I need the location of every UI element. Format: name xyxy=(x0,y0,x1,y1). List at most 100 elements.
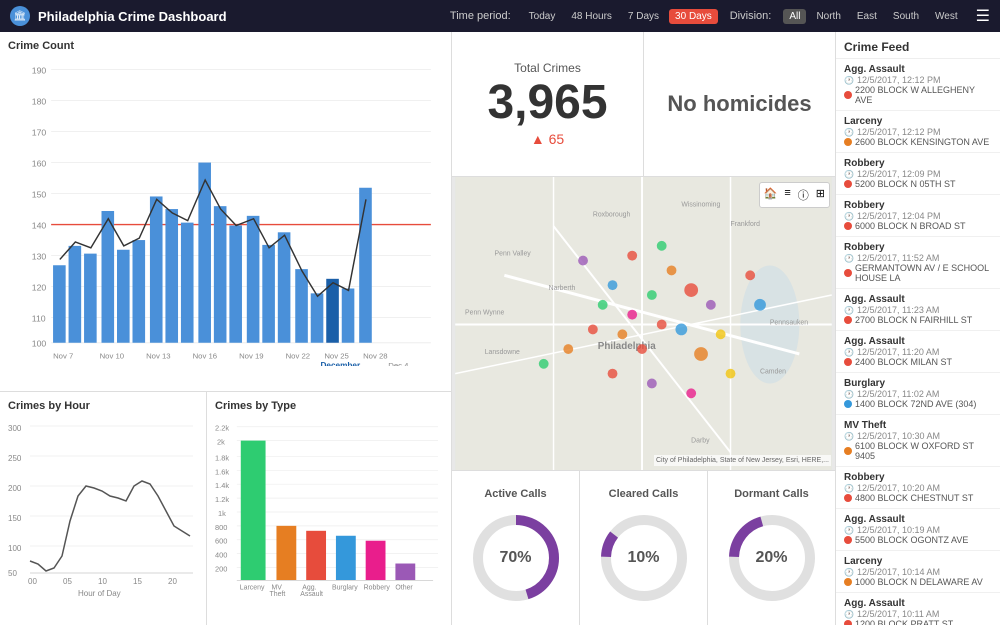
middle-panel: Total Crimes 3,965 ▲ 65 No homicides xyxy=(452,32,835,625)
svg-text:Hour of Day: Hour of Day xyxy=(78,589,121,598)
feed-item[interactable]: Agg. Assault 🕐 12/5/2017, 10:19 AM 5500 … xyxy=(836,509,1000,551)
menu-icon[interactable]: ☰ xyxy=(976,6,990,26)
svg-text:Narberth: Narberth xyxy=(549,285,576,292)
feed-crime-addr: 1000 BLOCK N DELAWARE AV xyxy=(844,577,992,587)
svg-text:Burglary: Burglary xyxy=(332,584,358,591)
svg-text:50: 50 xyxy=(8,569,17,578)
bar-other xyxy=(395,564,415,581)
bar-1 xyxy=(53,265,66,343)
svg-text:Nov 22: Nov 22 xyxy=(286,351,311,360)
feed-crime-time: 🕐 12/5/2017, 10:30 AM xyxy=(844,431,992,441)
dormant-calls-panel: Dormant Calls 20% xyxy=(708,471,835,625)
bar-6 xyxy=(133,240,146,343)
hour-line xyxy=(30,481,190,571)
feed-item[interactable]: Robbery 🕐 12/5/2017, 12:09 PM 5200 BLOCK… xyxy=(836,153,1000,195)
bar-18 xyxy=(326,279,339,343)
time-btn-48h[interactable]: 48 Hours xyxy=(565,9,618,24)
div-btn-north[interactable]: North xyxy=(810,9,846,24)
map-home-icon[interactable]: 🏠 xyxy=(762,185,780,205)
bar-12 xyxy=(229,226,242,343)
time-btn-7d[interactable]: 7 Days xyxy=(622,9,665,24)
feed-item[interactable]: Larceny 🕐 12/5/2017, 10:14 AM 1000 BLOCK… xyxy=(836,551,1000,593)
div-btn-east[interactable]: East xyxy=(851,9,883,24)
feed-item[interactable]: Robbery 🕐 12/5/2017, 11:52 AM GERMANTOWN… xyxy=(836,237,1000,289)
div-btn-all[interactable]: All xyxy=(783,9,806,24)
crimes-by-type-chart: 2.2k 2k 1.8k 1.6k 1.4k 1.2k 1k 800 600 4… xyxy=(215,416,443,601)
feed-item[interactable]: Burglary 🕐 12/5/2017, 11:02 AM 1400 BLOC… xyxy=(836,373,1000,415)
feed-item[interactable]: MV Theft 🕐 12/5/2017, 10:30 AM 6100 BLOC… xyxy=(836,415,1000,467)
feed-crime-type: Robbery xyxy=(844,242,992,253)
bar-14 xyxy=(262,245,275,343)
bottom-charts: Crimes by Hour 300 250 200 150 100 50 xyxy=(0,392,451,625)
svg-text:190: 190 xyxy=(32,65,47,75)
svg-text:Larceny: Larceny xyxy=(240,584,265,591)
svg-text:Assault: Assault xyxy=(300,591,323,598)
feed-crime-type: Larceny xyxy=(844,116,992,127)
svg-text:Penn Wynne: Penn Wynne xyxy=(465,310,504,317)
crime-count-chart: 190 180 170 160 150 140 130 120 110 100 xyxy=(8,56,443,366)
feed-crime-addr: 2200 BLOCK W ALLEGHENY AVE xyxy=(844,85,992,105)
division-label: Division: xyxy=(730,10,772,22)
map-info-icon[interactable]: ⓘ xyxy=(796,185,811,205)
time-btn-today[interactable]: Today xyxy=(523,9,562,24)
dormant-calls-donut: 20% xyxy=(722,508,822,608)
svg-text:120: 120 xyxy=(32,282,47,292)
app-title: Philadelphia Crime Dashboard xyxy=(38,9,227,24)
svg-text:1.6k: 1.6k xyxy=(215,467,229,476)
feed-crime-type: Agg. Assault xyxy=(844,514,992,525)
feed-crime-time: 🕐 12/5/2017, 10:14 AM xyxy=(844,567,992,577)
crimes-by-type-panel: Crimes by Type 2.2k 2k 1.8k 1.6k 1.4k 1.… xyxy=(207,392,451,625)
feed-crime-type: Agg. Assault xyxy=(844,294,992,305)
feed-crime-type: Robbery xyxy=(844,158,992,169)
crime-feed-panel: Crime Feed Agg. Assault 🕐 12/5/2017, 12:… xyxy=(835,32,1000,625)
dormant-calls-label: Dormant Calls xyxy=(734,488,809,500)
map-toolbar[interactable]: 🏠 ≡ ⓘ ⊞ xyxy=(759,182,830,208)
dormant-calls-percent: 20% xyxy=(755,549,787,567)
map-svg: Philadelphia Penn Wynne Lansdowne Roxbor… xyxy=(452,177,835,470)
svg-text:250: 250 xyxy=(8,454,22,463)
map-list-icon[interactable]: ≡ xyxy=(782,185,792,205)
call-stats: Active Calls 70% Cleared Calls 10% xyxy=(452,470,835,625)
app-logo: 🏛 xyxy=(10,6,30,26)
svg-text:2k: 2k xyxy=(217,438,225,447)
feed-crime-addr: 2600 BLOCK KENSINGTON AVE xyxy=(844,137,992,147)
svg-text:Other: Other xyxy=(395,584,413,591)
svg-text:110: 110 xyxy=(32,313,46,323)
feed-crime-time: 🕐 12/5/2017, 12:12 PM xyxy=(844,127,992,137)
feed-crime-time: 🕐 12/5/2017, 10:19 AM xyxy=(844,525,992,535)
feed-crime-time: 🕐 12/5/2017, 11:23 AM xyxy=(844,305,992,315)
feed-item[interactable]: Robbery 🕐 12/5/2017, 10:20 AM 4800 BLOCK… xyxy=(836,467,1000,509)
cleared-calls-donut: 10% xyxy=(594,508,694,608)
crime-count-panel: Crime Count 190 180 170 160 150 140 130 … xyxy=(0,32,451,392)
total-crimes-change: ▲ 65 xyxy=(531,131,564,147)
svg-text:20: 20 xyxy=(168,577,177,586)
feed-crime-time: 🕐 12/5/2017, 12:09 PM xyxy=(844,169,992,179)
feed-item[interactable]: Agg. Assault 🕐 12/5/2017, 12:12 PM 2200 … xyxy=(836,59,1000,111)
feed-item[interactable]: Agg. Assault 🕐 12/5/2017, 11:20 AM 2400 … xyxy=(836,331,1000,373)
feed-item[interactable]: Robbery 🕐 12/5/2017, 12:04 PM 6000 BLOCK… xyxy=(836,195,1000,237)
bar-3 xyxy=(84,254,97,343)
div-btn-west[interactable]: West xyxy=(929,9,964,24)
no-homicides-panel: No homicides xyxy=(644,32,835,176)
feed-item[interactable]: Agg. Assault 🕐 12/5/2017, 10:11 AM 1200 … xyxy=(836,593,1000,625)
svg-text:300: 300 xyxy=(8,424,22,433)
bar-9 xyxy=(181,223,194,343)
feed-crime-addr: 5200 BLOCK N 05TH ST xyxy=(844,179,992,189)
feed-crime-time: 🕐 12/5/2017, 10:20 AM xyxy=(844,483,992,493)
bar-5 xyxy=(117,250,130,343)
map-grid-icon[interactable]: ⊞ xyxy=(814,185,827,205)
feed-item[interactable]: Agg. Assault 🕐 12/5/2017, 11:23 AM 2700 … xyxy=(836,289,1000,331)
svg-text:MV: MV xyxy=(272,584,283,591)
svg-text:Pennsauken: Pennsauken xyxy=(770,319,808,326)
svg-text:2.2k: 2.2k xyxy=(215,424,229,433)
div-btn-south[interactable]: South xyxy=(887,9,925,24)
svg-text:1.4k: 1.4k xyxy=(215,481,229,490)
map-panel[interactable]: Philadelphia Penn Wynne Lansdowne Roxbor… xyxy=(452,177,835,470)
feed-item[interactable]: Larceny 🕐 12/5/2017, 12:12 PM 2600 BLOCK… xyxy=(836,111,1000,153)
bar-larceny xyxy=(241,441,266,581)
svg-text:Robbery: Robbery xyxy=(364,584,391,591)
active-calls-label: Active Calls xyxy=(484,488,546,500)
total-crimes-panel: Total Crimes 3,965 ▲ 65 xyxy=(452,32,644,176)
svg-text:Dec 4: Dec 4 xyxy=(388,361,409,366)
time-btn-30d[interactable]: 30 Days xyxy=(669,9,718,24)
